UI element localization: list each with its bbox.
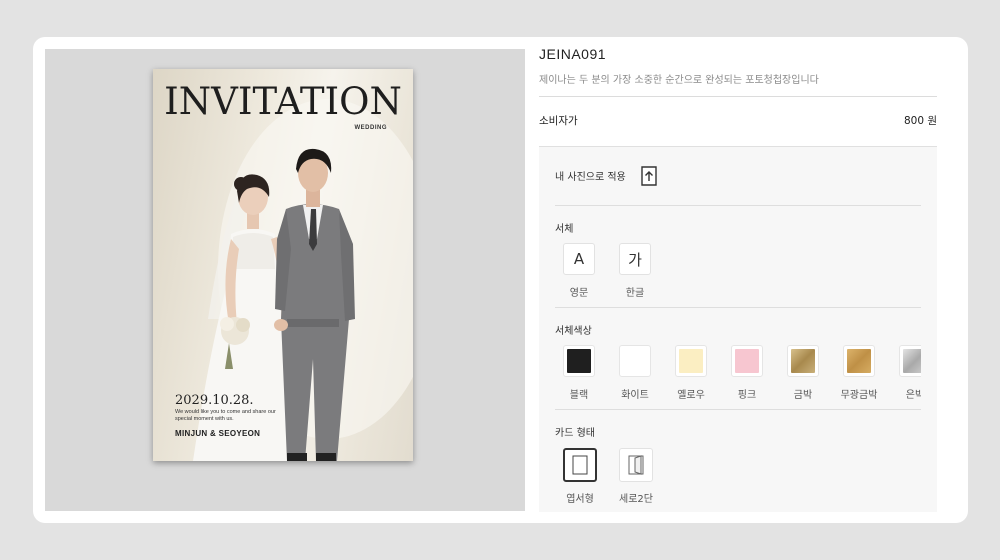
invitation-preview-image: INVITATION WEDDING 2029.10.28. We would … [153,69,413,461]
preview-area: INVITATION WEDDING 2029.10.28. We would … [45,49,525,511]
vertical-fold-icon [628,455,644,475]
card-shape-caption: 엽서형 [566,494,594,505]
card-shape-caption: 세로2단 [619,494,653,505]
font-color-caption: 은박 [905,390,921,401]
font-option-caption: 영문 [569,288,589,299]
font-color-caption: 블랙 [569,390,589,401]
swatch-color [847,349,871,373]
swatch-color [567,349,591,373]
poster-subtitle: WEDDING [354,125,387,131]
product-description: 제이나는 두 분의 가장 소중한 순간으로 완성되는 포토청첩장입니다 [539,75,819,86]
card-shape-section: 카드 형태 엽서형 세로2단 [555,410,921,513]
font-option-korean[interactable]: 가 [619,243,651,275]
font-color-caption: 옐로우 [677,390,705,401]
poster-title: INVITATION [164,80,402,123]
upload-icon[interactable] [639,165,659,187]
product-code: JEINA091 [539,46,607,62]
font-label: 서체 [555,224,574,235]
font-color-caption: 화이트 [621,390,649,401]
font-color-swatch[interactable] [843,345,875,377]
font-option-english[interactable]: A [563,243,595,275]
product-card: INVITATION WEDDING 2029.10.28. We would … [33,37,968,523]
swatch-color [623,349,647,373]
product-info-panel: JEINA091 제이나는 두 분의 가장 소중한 순간으로 완성되는 포토청첩… [539,37,937,523]
font-color-swatch[interactable] [731,345,763,377]
swatch-color [791,349,815,373]
font-section: 서체 A 영문 가 한글 [555,206,921,308]
font-color-swatch[interactable] [787,345,819,377]
font-color-swatch[interactable] [675,345,707,377]
apply-photo-section: 내 사진으로 적용 [555,147,921,206]
postcard-icon [572,455,588,475]
font-color-swatch[interactable] [619,345,651,377]
card-shape-postcard[interactable] [563,448,597,482]
price-label: 소비자가 [539,115,578,127]
swatch-color [679,349,703,373]
font-color-label: 서체색상 [555,326,592,337]
card-shape-label: 카드 형태 [555,428,595,439]
poster-names: MINJUN & SEOYEON [175,429,261,438]
poster-message: We would like you to come and share our … [175,409,276,422]
font-color-caption: 금박 [793,390,813,401]
font-option-caption: 한글 [625,288,645,299]
apply-photo-label: 내 사진으로 적용 [555,172,626,183]
font-color-section: 서체색상 블랙 화이트 옐로우 핑크 금박 무광금박 은박 [555,308,921,410]
font-color-caption: 무광금박 [840,390,878,401]
card-shape-vertical-fold[interactable] [619,448,653,482]
font-color-swatch[interactable] [899,345,921,377]
swatch-color [903,349,921,373]
font-color-caption: 핑크 [737,390,757,401]
swatch-color [735,349,759,373]
options-panel: 내 사진으로 적용 서체 A 영문 가 한글 서체색상 블랙 화이트 옐로우 핑크 금박… [539,146,937,512]
font-color-swatch[interactable] [563,345,595,377]
poster-date: 2029.10.28. [175,393,254,408]
price-value: 800 원 [903,115,937,127]
divider [539,96,937,97]
